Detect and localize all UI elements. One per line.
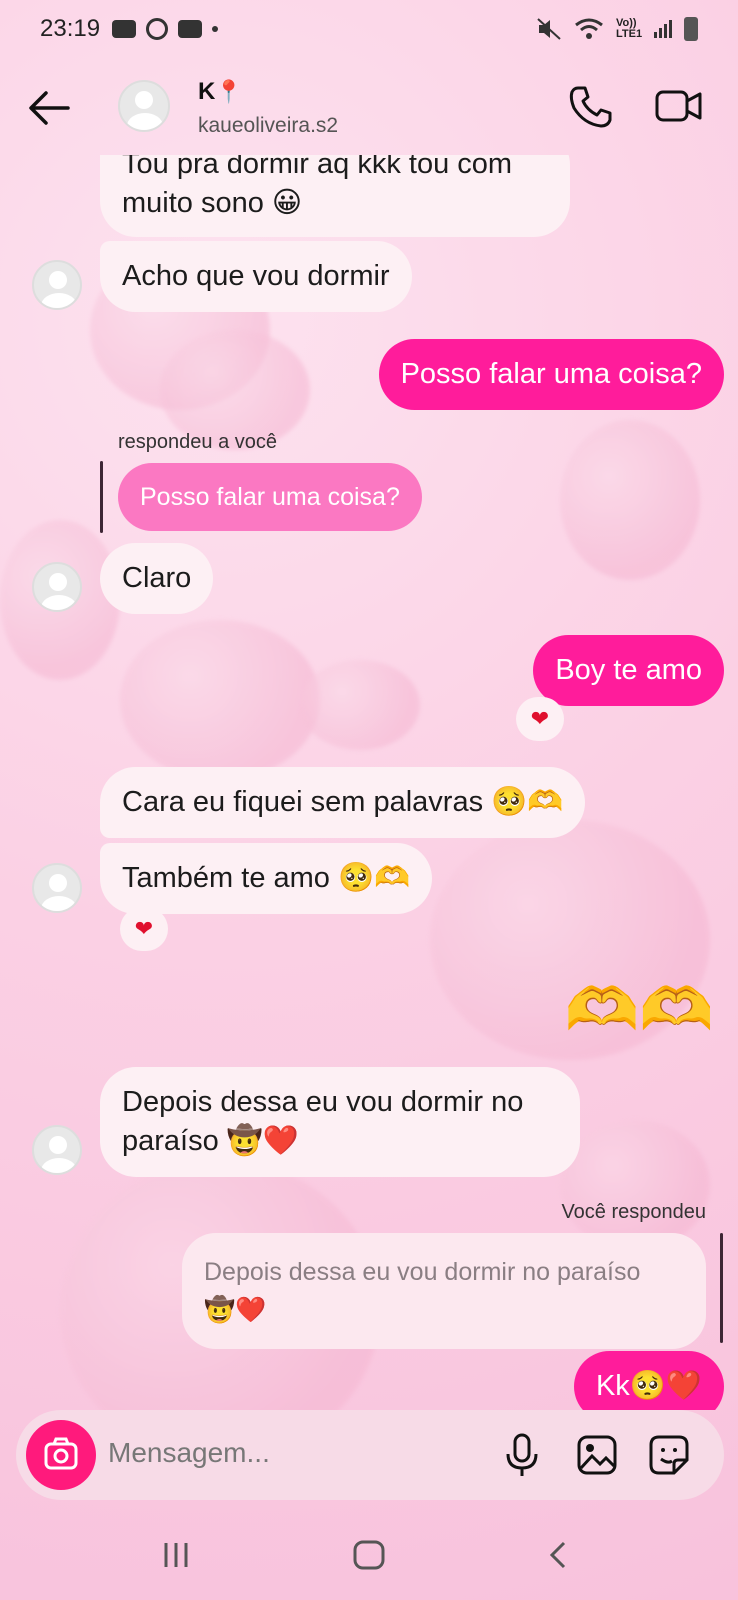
battery-icon [684,17,698,41]
video-camera-icon[interactable] [654,86,704,126]
wifi-icon [575,18,603,39]
recent-apps-icon[interactable] [160,1540,192,1570]
mute-icon [537,18,561,40]
sender-avatar[interactable] [32,1125,82,1175]
sender-avatar[interactable] [32,562,82,612]
more-notifications-icon [212,26,219,32]
microphone-icon[interactable] [504,1432,540,1478]
message-bubble-incoming[interactable]: Acho que vou dormir [100,241,412,312]
network-label: Vo)) LTE1 [616,17,643,40]
message-list[interactable]: Tou pra dormir aq kkk tou com muito sono… [0,155,738,1410]
message-bubble-outgoing[interactable]: Boy te amo [533,635,724,706]
reaction-heart[interactable]: ❤ [516,697,564,741]
status-time: 23:19 [40,15,101,42]
voicemail-icon [178,20,203,38]
message-bubble-outgoing[interactable]: Kk🥺❤️ [573,1351,724,1410]
message-bubble-outgoing[interactable]: Posso falar uma coisa? [378,339,724,410]
camera-button[interactable] [26,1420,96,1490]
whatsapp-icon [146,18,169,40]
back-nav-icon[interactable] [546,1540,570,1570]
sender-avatar[interactable] [32,260,82,310]
phone-icon[interactable] [568,84,614,130]
message-bubble-incoming[interactable]: Depois dessa eu vou dormir no paraíso 🤠❤… [100,1067,580,1177]
camera-icon [44,1437,78,1470]
emoji-message[interactable]: 🫶🫶 [565,975,714,1045]
reply-label: respondeu a você [118,431,278,453]
reaction-heart[interactable]: ❤ [120,907,168,951]
contact-name[interactable]: K📍 [198,78,243,106]
image-icon[interactable] [576,1434,618,1476]
youtube-icon [112,20,137,38]
status-bar: 23:19 Vo)) LTE1 [0,0,738,58]
message-bubble-incoming[interactable]: Também te amo 🥺🫶 [100,843,433,914]
home-icon[interactable] [352,1540,386,1570]
quoted-message[interactable]: Depois dessa eu vou dormir no paraíso 🤠❤… [182,1233,706,1349]
chat-header: K📍 kaueoliveira.s2 [0,58,738,158]
pin-icon: 📍 [215,79,243,104]
message-bubble-incoming[interactable]: Tou pra dormir aq kkk tou com muito sono… [100,155,570,237]
sticker-icon[interactable] [648,1434,690,1476]
sender-avatar[interactable] [32,863,82,913]
message-composer: Mensagem... [16,1410,724,1500]
arrow-left-icon[interactable] [26,88,72,128]
reply-label: Você respondeu [561,1201,706,1223]
message-bubble-incoming[interactable]: Cara eu fiquei sem palavras 🥺🫶 [100,767,586,838]
contact-username[interactable]: kaueoliveira.s2 [198,114,338,138]
reply-indicator [100,461,103,533]
signal-icon [654,20,672,38]
reply-indicator [720,1233,723,1343]
quoted-message[interactable]: Posso falar uma coisa? [118,463,422,531]
contact-avatar[interactable] [118,80,170,132]
system-nav-bar [0,1510,738,1600]
message-input[interactable]: Mensagem... [108,1437,270,1469]
message-bubble-incoming[interactable]: Claro [100,543,214,614]
